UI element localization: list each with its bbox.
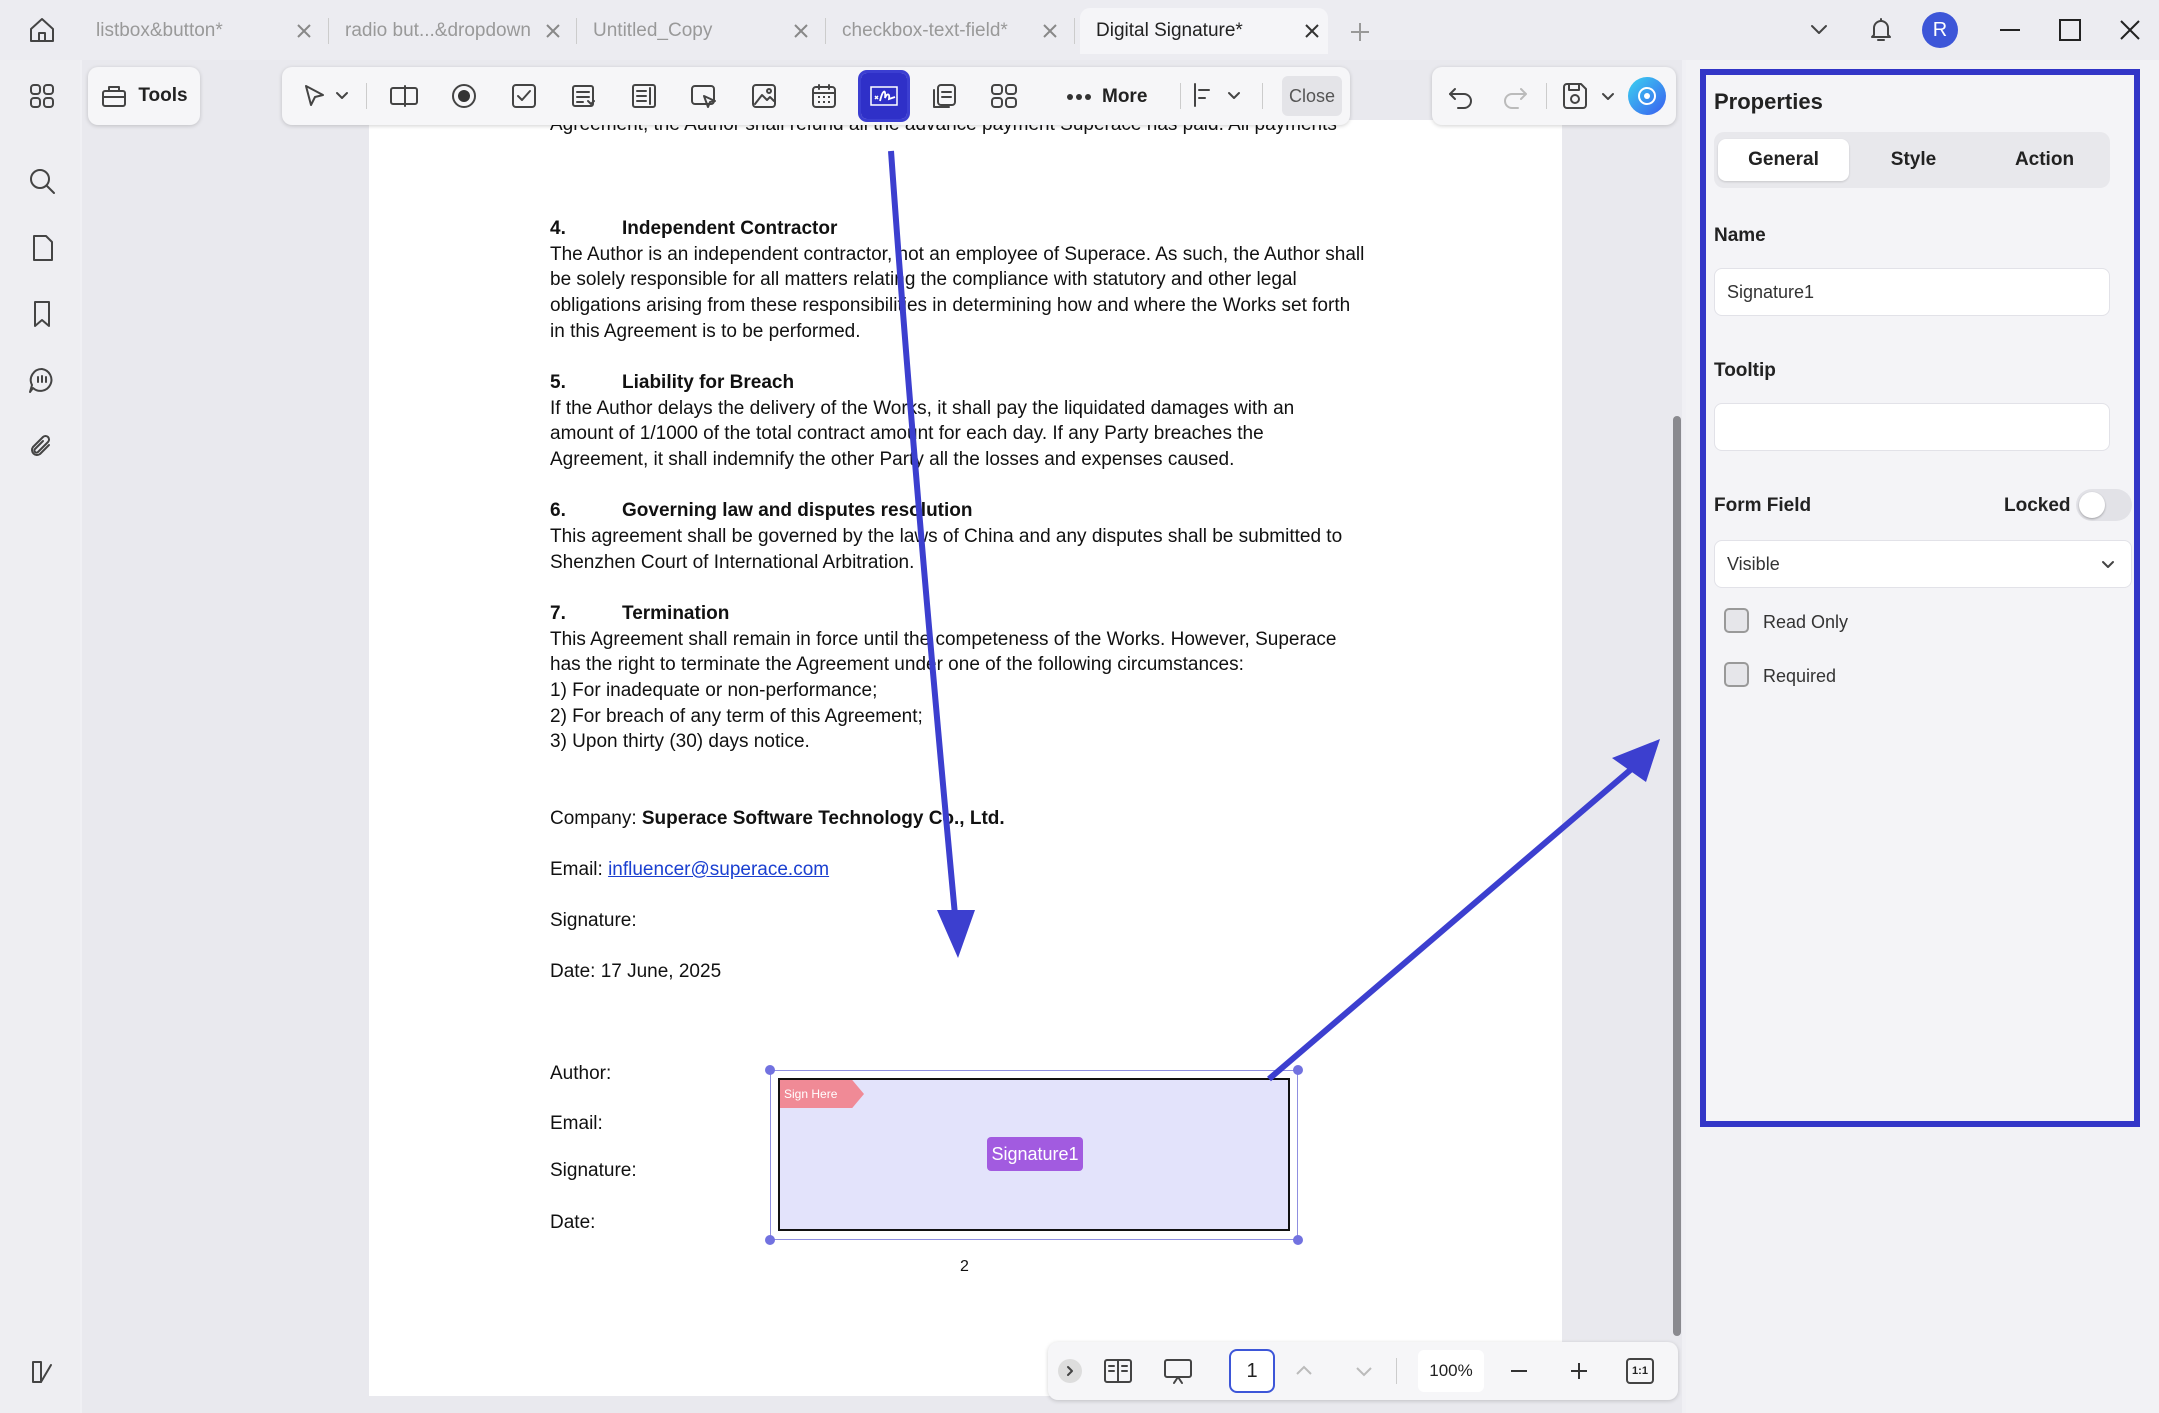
form-field-label: Form Field <box>1714 495 1812 516</box>
dropdown-tool-icon[interactable] <box>561 73 607 119</box>
page-layout-icon[interactable] <box>1102 1356 1134 1386</box>
name-field-value: Signature1 <box>1727 281 1815 302</box>
toolbar-divider <box>366 83 367 109</box>
tab-style[interactable]: Style <box>1848 139 1979 181</box>
properties-title: Properties <box>1714 89 1823 114</box>
undo-icon[interactable] <box>1446 81 1476 111</box>
duplicate-tool-icon[interactable] <box>921 73 967 119</box>
actual-size-label: 1:1 <box>1632 1365 1648 1377</box>
toggle-knob <box>2079 492 2105 518</box>
tab-general-label: General <box>1748 149 1819 170</box>
previous-page-icon[interactable] <box>1292 1359 1316 1383</box>
current-page-input[interactable]: 1 <box>1229 1349 1275 1393</box>
redo-icon[interactable] <box>1500 81 1530 111</box>
digital-signature-tool-icon[interactable] <box>858 70 910 122</box>
locked-toggle[interactable] <box>2076 489 2132 521</box>
next-page-icon[interactable] <box>1352 1359 1376 1383</box>
name-field[interactable]: Signature1 <box>1714 268 2110 316</box>
tooltip-field[interactable] <box>1714 403 2110 451</box>
tab-action[interactable]: Action <box>1979 139 2110 181</box>
toolbar-divider <box>1396 1358 1397 1384</box>
toolbox-icon <box>102 86 127 107</box>
visibility-dropdown[interactable]: Visible <box>1714 540 2132 588</box>
required-label: Required <box>1763 666 1837 686</box>
required-checkbox[interactable] <box>1724 662 1749 687</box>
more-dots-icon <box>1067 94 1091 100</box>
expand-arrow-icon[interactable] <box>1058 1359 1082 1383</box>
checkbox-tool-icon[interactable] <box>501 73 547 119</box>
properties-panel: Properties General Style Action Name Sig… <box>1700 69 2140 1127</box>
more-label: More <box>1102 86 1148 107</box>
toolbar-divider <box>1546 83 1547 109</box>
chevron-down-icon[interactable] <box>1600 88 1616 104</box>
image-tool-icon[interactable] <box>741 73 787 119</box>
select-tool-icon[interactable] <box>292 73 338 119</box>
toolbar-divider <box>1180 83 1181 109</box>
save-icon[interactable] <box>1560 81 1590 111</box>
tools-button[interactable]: Tools <box>88 67 200 125</box>
read-only-checkbox[interactable] <box>1724 608 1749 633</box>
grid-layout-tool-icon[interactable] <box>981 73 1027 119</box>
chevron-down-icon[interactable] <box>334 87 350 103</box>
more-button[interactable]: More <box>1066 79 1147 115</box>
read-only-label: Read Only <box>1763 612 1849 632</box>
date-tool-icon[interactable] <box>801 73 847 119</box>
text-field-tool-icon[interactable] <box>381 73 427 119</box>
visibility-value: Visible <box>1727 553 1780 574</box>
actual-size-icon[interactable]: 1:1 <box>1626 1358 1654 1384</box>
tooltip-label: Tooltip <box>1714 360 1776 381</box>
form-toolbar: More Close <box>282 67 1350 125</box>
align-tool-icon[interactable] <box>1190 81 1218 109</box>
zoom-in-icon[interactable] <box>1566 1358 1592 1384</box>
chevron-down-icon[interactable] <box>1226 87 1242 103</box>
zoom-level-input[interactable]: 100% <box>1418 1350 1484 1392</box>
ai-assistant-icon[interactable] <box>1628 77 1666 115</box>
properties-tabs: General Style Action <box>1714 132 2110 188</box>
tab-style-label: Style <box>1890 149 1937 170</box>
button-tool-icon[interactable] <box>681 73 727 119</box>
list-box-tool-icon[interactable] <box>621 73 667 119</box>
close-toolbar-button[interactable]: Close <box>1282 76 1342 116</box>
zoom-out-icon[interactable] <box>1506 1358 1532 1384</box>
presentation-icon[interactable] <box>1162 1356 1194 1386</box>
name-label: Name <box>1714 225 1766 246</box>
current-page-value: 1 <box>1246 1359 1258 1382</box>
bottom-navigation-bar: 1 100% 1:1 <box>1048 1342 1678 1400</box>
locked-label: Locked <box>2004 495 2071 516</box>
chevron-down-icon <box>2099 555 2117 573</box>
zoom-level-value: 100% <box>1429 1361 1473 1380</box>
tab-general[interactable]: General <box>1718 139 1849 181</box>
history-toolbar <box>1432 67 1676 125</box>
tools-label: Tools <box>138 85 188 106</box>
tab-action-label: Action <box>2014 149 2075 170</box>
radio-button-tool-icon[interactable] <box>441 73 487 119</box>
toolbar-divider <box>1262 83 1263 109</box>
close-label: Close <box>1288 85 1336 106</box>
